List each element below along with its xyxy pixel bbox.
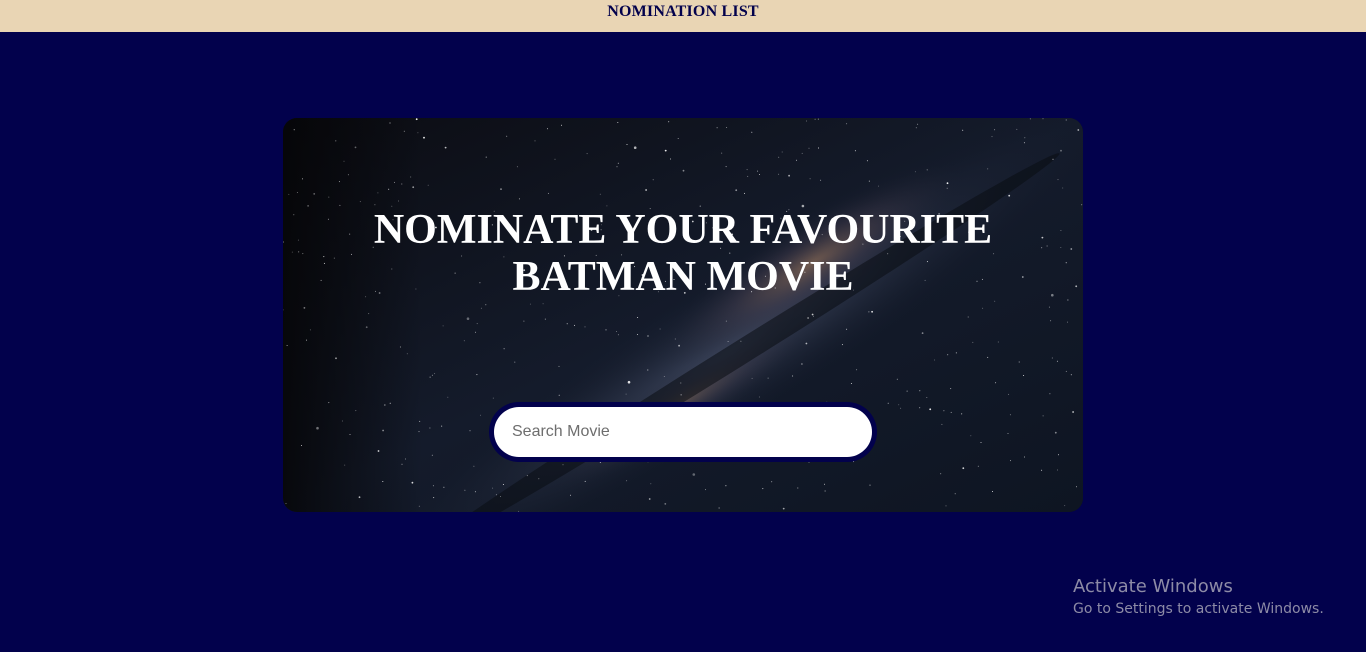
activate-windows-watermark: Activate Windows Go to Settings to activ… xyxy=(1073,576,1324,619)
nomination-list-link[interactable]: NOMINATION LIST xyxy=(607,3,759,21)
watermark-title: Activate Windows xyxy=(1073,576,1233,597)
hero-title-line-1: NOMINATE YOUR FAVOURITE xyxy=(373,207,993,253)
hero-title-line-2: BATMAN MOVIE xyxy=(512,254,854,300)
watermark-subtitle: Go to Settings to activate Windows. xyxy=(1073,601,1324,617)
hero-banner: NOMINATE YOUR FAVOURITE BATMAN MOVIE xyxy=(283,118,1083,512)
search-bar xyxy=(489,402,877,462)
top-nav-bar: NOMINATION LIST xyxy=(0,0,1366,32)
hero-title: NOMINATE YOUR FAVOURITE BATMAN MOVIE xyxy=(283,207,1083,301)
search-movie-input[interactable] xyxy=(494,407,872,457)
